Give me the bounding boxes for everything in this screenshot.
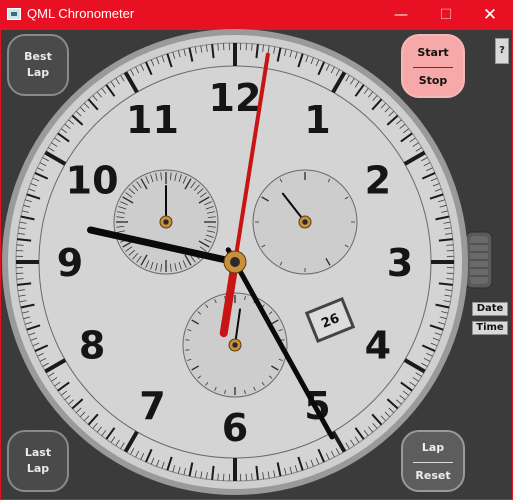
- hour-numeral-1: 1: [304, 98, 330, 142]
- hour-numeral-8: 8: [79, 324, 105, 368]
- lap-label: Lap: [421, 441, 445, 454]
- time-button[interactable]: Time: [472, 321, 508, 335]
- hour-numeral-3: 3: [387, 241, 413, 285]
- hour-numeral-9: 9: [57, 241, 83, 285]
- fine-tick: [16, 244, 24, 246]
- crown-knob[interactable]: [465, 231, 493, 289]
- lap-reset-button[interactable]: Lap Reset: [401, 430, 465, 492]
- hour-numeral-4: 4: [365, 324, 391, 368]
- hour-numeral-10: 10: [66, 159, 119, 203]
- best-lap-label-1: Best: [24, 50, 52, 63]
- fine-tick: [217, 43, 219, 51]
- lap-reset-divider: [413, 462, 453, 463]
- hour-numeral-6: 6: [222, 406, 248, 450]
- fine-tick: [16, 278, 24, 280]
- help-button[interactable]: ?: [495, 38, 509, 64]
- date-button[interactable]: Date: [472, 302, 508, 316]
- best-lap-label-2: Lap: [26, 66, 50, 79]
- last-lap-button[interactable]: Last Lap: [7, 430, 69, 492]
- fine-tick: [446, 244, 454, 246]
- stop-label: Stop: [418, 74, 448, 87]
- start-stop-button[interactable]: Start Stop: [401, 34, 465, 98]
- start-stop-divider: [413, 67, 453, 68]
- fine-tick: [251, 473, 253, 481]
- hour-numeral-11: 11: [126, 98, 179, 142]
- start-label: Start: [417, 46, 449, 59]
- fine-tick: [217, 473, 219, 481]
- best-lap-button[interactable]: Best Lap: [7, 34, 69, 96]
- hour-numeral-12: 12: [209, 76, 262, 120]
- hour-numeral-7: 7: [139, 384, 165, 428]
- fine-tick: [251, 43, 253, 51]
- fine-tick: [446, 278, 454, 280]
- last-lap-label-2: Lap: [26, 462, 50, 475]
- reset-label: Reset: [415, 469, 451, 482]
- hour-numeral-2: 2: [365, 159, 391, 203]
- last-lap-label-1: Last: [24, 446, 52, 459]
